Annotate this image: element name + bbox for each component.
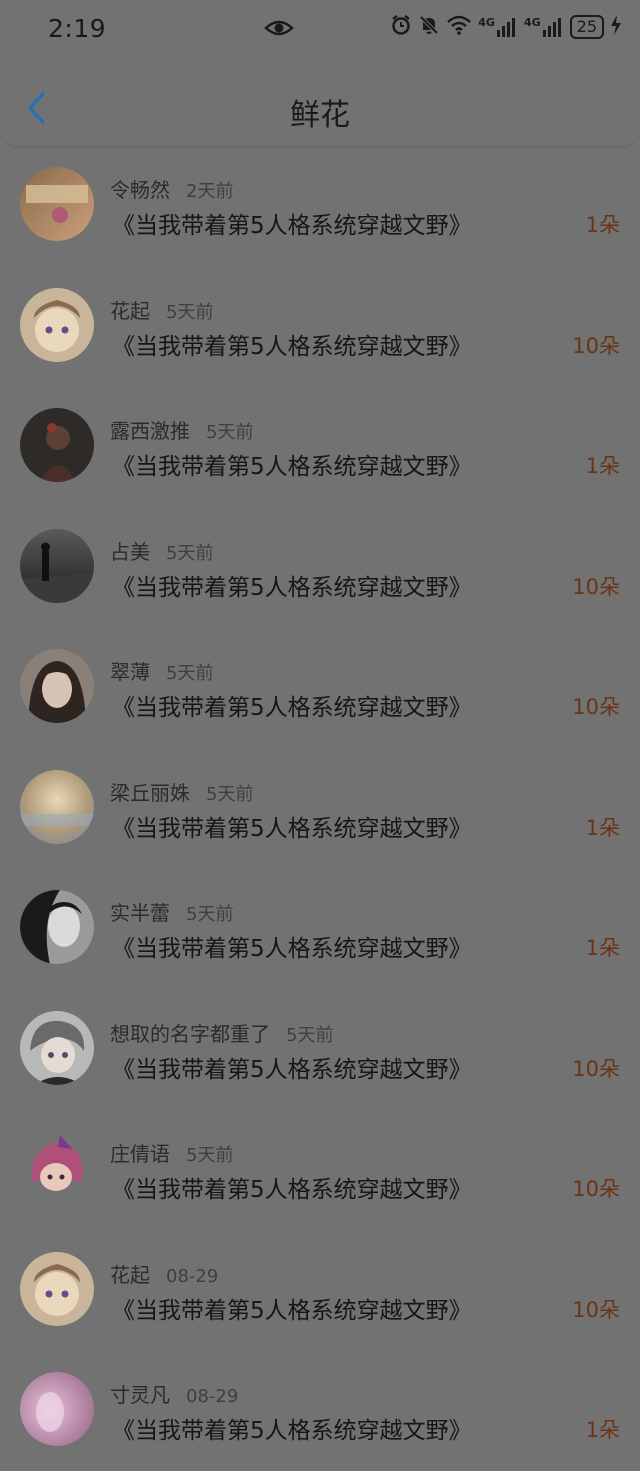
user-name: 花起 5天前: [110, 295, 213, 324]
flower-count: 1朵: [585, 213, 620, 237]
avatar[interactable]: [20, 528, 94, 603]
book-title[interactable]: 《当我带着第5人格系统穿越文野》: [112, 688, 472, 722]
user-name: 想取的名字都重了 5天前: [110, 1018, 333, 1047]
flower-count: 10朵: [572, 574, 620, 599]
time-ago: 5天前: [166, 542, 214, 564]
avatar[interactable]: [20, 1131, 94, 1205]
book-title[interactable]: 《当我带着第5人格系统穿越文野》: [112, 1050, 472, 1084]
avatar[interactable]: [20, 1010, 94, 1085]
signal-label: 4G: [523, 16, 541, 29]
user-name: 令畅然 2天前: [110, 174, 233, 203]
flower-count: 1朵: [585, 454, 620, 478]
list-item[interactable]: 令畅然 2天前 《当我带着第5人格系统穿越文野》 1朵: [20, 146, 620, 267]
book-title[interactable]: 《当我带着第5人格系统穿越文野》: [112, 327, 472, 361]
book-title[interactable]: 《当我带着第5人格系统穿越文野》: [112, 1291, 472, 1325]
book-title[interactable]: 《当我带着第5人格系统穿越文野》: [112, 568, 472, 602]
book-title[interactable]: 《当我带着第5人格系统穿越文野》: [112, 929, 472, 963]
list-item[interactable]: 想取的名字都重了 5天前 《当我带着第5人格系统穿越文野》 10朵: [20, 990, 620, 1110]
avatar[interactable]: [20, 408, 94, 482]
user-name: 实半蕾 5天前: [110, 897, 233, 926]
book-title[interactable]: 《当我带着第5人格系统穿越文野》: [112, 809, 472, 843]
time-ago: 08-29: [166, 1265, 219, 1287]
flower-count: 1朵: [585, 936, 620, 960]
avatar[interactable]: [20, 287, 94, 362]
user-name-text: 寸灵凡: [110, 1383, 170, 1407]
status-bar: 2:19 4G 4G 25: [0, 0, 640, 62]
flower-count: 1朵: [585, 1418, 620, 1442]
eye-icon: [264, 18, 294, 42]
list-item[interactable]: 实半蕾 5天前 《当我带着第5人格系统穿越文野》 1朵: [20, 869, 620, 990]
time-ago: 5天前: [166, 663, 214, 684]
user-name: 翠薄 5天前: [110, 656, 213, 685]
user-name: 占美 5天前: [110, 536, 213, 565]
battery-indicator: 25: [569, 15, 604, 39]
signal-icon: 4G: [478, 16, 518, 38]
time-ago: 5天前: [186, 1145, 234, 1166]
book-title[interactable]: 《当我带着第5人格系统穿越文野》: [112, 1170, 472, 1204]
user-name-text: 花起: [110, 298, 150, 323]
avatar[interactable]: [20, 1372, 94, 1446]
flower-count: 10朵: [572, 1056, 620, 1081]
user-name-text: 梁丘丽姝: [110, 780, 190, 805]
list-item[interactable]: 花起 5天前 《当我带着第5人格系统穿越文野》 10朵: [20, 267, 620, 387]
time-ago: 5天前: [206, 422, 254, 443]
flower-count: 10朵: [572, 1177, 620, 1201]
user-name-text: 花起: [110, 1262, 150, 1287]
time-ago: 08-29: [186, 1386, 239, 1407]
user-name: 庄倩语 5天前: [110, 1138, 233, 1167]
charging-icon: [610, 15, 622, 39]
user-name: 露西激推 5天前: [110, 415, 253, 444]
flower-count: 10朵: [572, 1297, 620, 1322]
time-ago: 5天前: [286, 1024, 334, 1046]
list-item[interactable]: 占美 5天前 《当我带着第5人格系统穿越文野》 10朵: [20, 508, 620, 628]
alarm-icon: [390, 14, 412, 40]
status-icons: 4G 4G 25: [390, 14, 622, 40]
list-item[interactable]: 寸灵凡 08-29 《当我带着第5人格系统穿越文野》 1朵: [20, 1351, 620, 1471]
user-name-text: 实半蕾: [110, 901, 170, 925]
avatar[interactable]: [20, 1251, 94, 1326]
flower-count: 10朵: [572, 333, 620, 358]
avatar[interactable]: [20, 890, 94, 964]
user-name-text: 令畅然: [110, 178, 170, 202]
user-name-text: 占美: [110, 539, 150, 564]
time-ago: 5天前: [206, 783, 254, 805]
page-title: 鲜花: [290, 98, 350, 133]
avatar[interactable]: [20, 167, 94, 241]
page-header: 鲜花: [0, 62, 640, 147]
time-ago: 5天前: [186, 904, 234, 925]
mute-bell-icon: [418, 14, 440, 40]
book-title[interactable]: 《当我带着第5人格系统穿越文野》: [112, 206, 472, 240]
user-name-text: 想取的名字都重了: [110, 1021, 270, 1046]
user-name: 梁丘丽姝 5天前: [110, 777, 253, 806]
user-name-text: 庄倩语: [110, 1142, 170, 1166]
flower-count: 1朵: [585, 815, 620, 840]
status-time: 2:19: [48, 14, 107, 43]
user-name: 花起 08-29: [110, 1259, 218, 1288]
wifi-icon: [446, 15, 472, 39]
avatar[interactable]: [20, 769, 94, 844]
list-item[interactable]: 露西激推 5天前 《当我带着第5人格系统穿越文野》 1朵: [20, 387, 620, 508]
user-name-text: 翠薄: [110, 660, 150, 684]
signal-icon: 4G: [524, 16, 564, 38]
list-item[interactable]: 梁丘丽姝 5天前 《当我带着第5人格系统穿越文野》 1朵: [20, 749, 620, 869]
book-title[interactable]: 《当我带着第5人格系统穿越文野》: [112, 447, 472, 481]
list-item[interactable]: 庄倩语 5天前 《当我带着第5人格系统穿越文野》 10朵: [20, 1110, 620, 1231]
list-item[interactable]: 花起 08-29 《当我带着第5人格系统穿越文野》 10朵: [20, 1231, 620, 1351]
user-name: 寸灵凡 08-29: [110, 1379, 238, 1408]
time-ago: 5天前: [166, 301, 214, 323]
flower-list: 令畅然 2天前 《当我带着第5人格系统穿越文野》 1朵 花起 5天前 《当我带着第5…: [0, 146, 640, 1471]
avatar[interactable]: [20, 649, 94, 723]
signal-label: 4G: [478, 16, 495, 29]
flower-count: 10朵: [572, 695, 620, 719]
user-name-text: 露西激推: [110, 419, 190, 443]
list-item[interactable]: 翠薄 5天前 《当我带着第5人格系统穿越文野》 10朵: [20, 628, 620, 749]
book-title[interactable]: 《当我带着第5人格系统穿越文野》: [112, 1411, 472, 1445]
time-ago: 2天前: [186, 181, 234, 202]
